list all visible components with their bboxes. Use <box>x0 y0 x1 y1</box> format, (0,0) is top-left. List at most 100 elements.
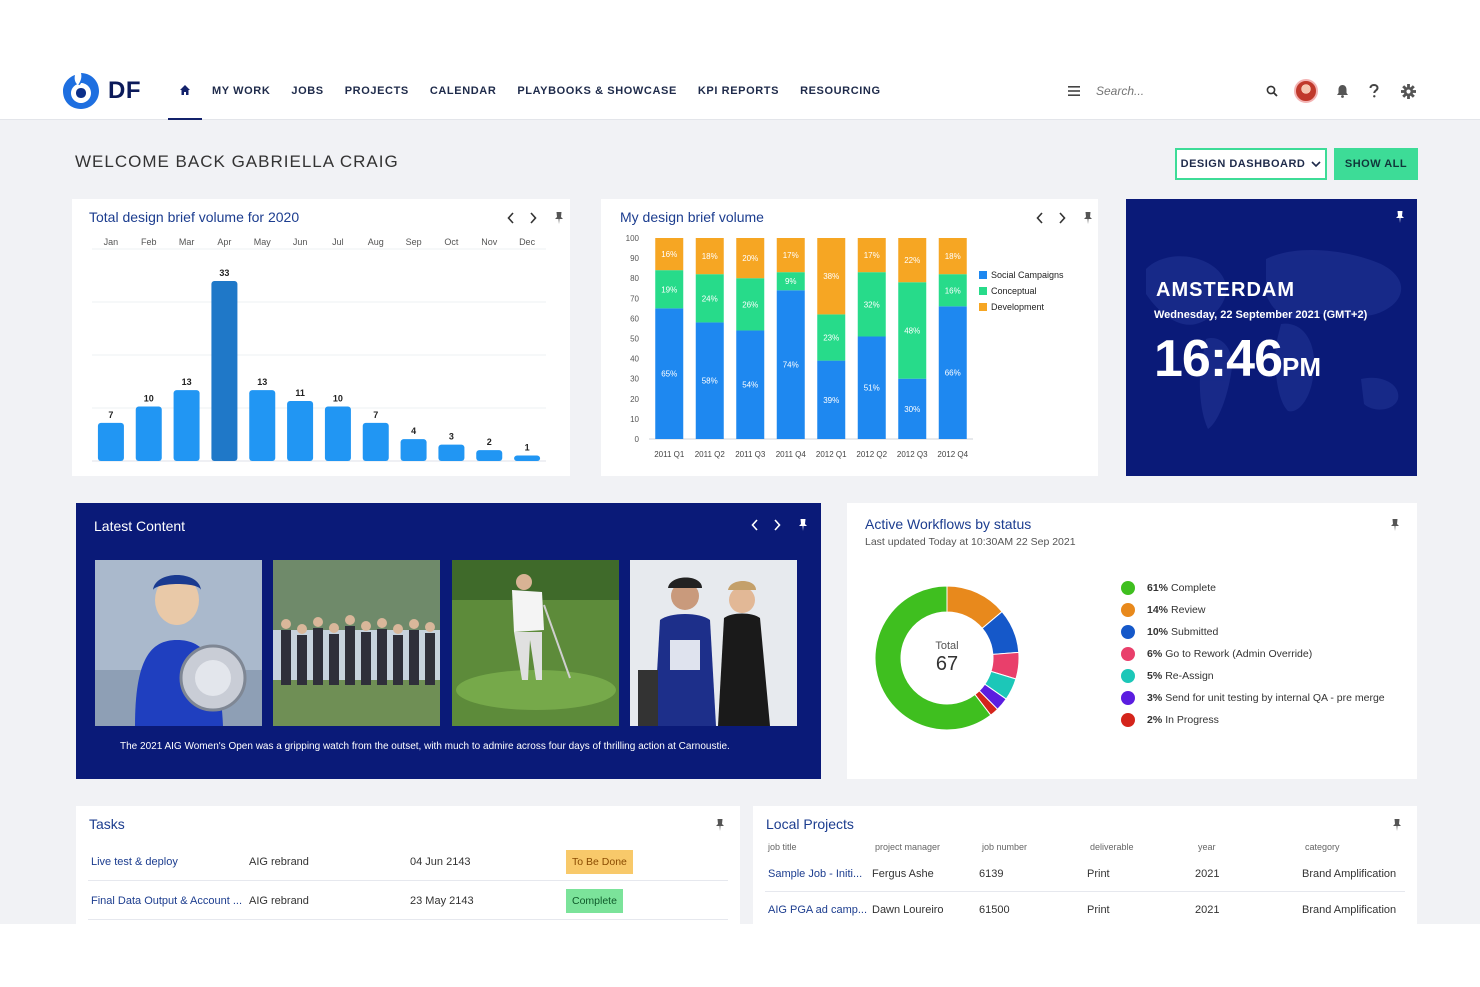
column-header-deliverable[interactable]: deliverable <box>1090 842 1134 852</box>
nav-home[interactable] <box>168 62 202 120</box>
menu-icon[interactable] <box>1068 86 1080 96</box>
job-title-cell[interactable]: Sample Job - Initi... <box>765 868 872 880</box>
x-tick-label: 2012 Q2 <box>856 450 887 459</box>
my-brief-volume-card: My design brief volume 0 10 20 30 40 50 60 70 80… <box>601 199 1098 476</box>
task-name[interactable]: Final Data Output & Account ... <box>88 895 249 907</box>
local-projects-title: Local Projects <box>766 816 854 832</box>
nav-resourcing[interactable]: RESOURCING <box>800 85 881 97</box>
nav-jobs[interactable]: JOBS <box>291 85 323 97</box>
content-thumbnail-4[interactable] <box>630 560 797 726</box>
pin-icon <box>799 519 807 531</box>
x-tick-label: 2011 Q2 <box>695 450 726 459</box>
legend-item[interactable]: 14% Review <box>1121 603 1205 617</box>
y-tick-label: 100 <box>626 234 640 243</box>
nav-projects[interactable]: PROJECTS <box>345 85 409 97</box>
avatar[interactable] <box>1294 79 1318 103</box>
data-label: 38% <box>823 272 839 281</box>
data-label: 33 <box>219 268 229 278</box>
category-cell: Brand Amplification <box>1302 867 1397 880</box>
pin-button[interactable] <box>797 518 809 532</box>
y-tick-label: 60 <box>630 314 639 323</box>
y-tick-label: 90 <box>630 254 639 263</box>
pin-button[interactable] <box>1394 210 1406 224</box>
donut-total-value: 67 <box>935 653 959 675</box>
y-tick-label: 0 <box>635 435 640 444</box>
legend-item[interactable]: 5% Re-Assign <box>1121 669 1214 683</box>
table-row[interactable]: AIG PGA ad camp... Dawn Loureiro 61500 P… <box>765 892 1405 924</box>
gear-icon[interactable] <box>1401 83 1416 99</box>
pin-button[interactable] <box>1389 518 1401 532</box>
legend-item[interactable]: 61% Complete <box>1121 581 1216 595</box>
column-header-year[interactable]: year <box>1198 842 1216 852</box>
data-label: 7 <box>108 410 113 420</box>
pin-button[interactable] <box>714 818 726 832</box>
task-project: AIG rebrand <box>249 855 309 868</box>
bar <box>249 390 276 461</box>
legend-dot <box>1121 713 1135 727</box>
chevron-down-icon <box>1311 160 1321 167</box>
content-thumbnail-2[interactable] <box>273 560 440 726</box>
bar <box>476 450 503 461</box>
logo[interactable]: DF <box>60 71 141 111</box>
legend-item[interactable]: 6% Go to Rework (Admin Override) <box>1121 647 1312 661</box>
task-name[interactable]: Live test & deploy <box>88 856 249 868</box>
search-icon[interactable] <box>1266 85 1278 97</box>
x-tick-label: 2011 Q3 <box>735 450 766 459</box>
column-header-job-number[interactable]: job number <box>982 842 1027 852</box>
data-label: 26% <box>742 300 758 309</box>
table-row[interactable]: Live test & deploy AIG rebrand 04 Jun 21… <box>88 843 728 881</box>
job-number-cell: 61500 <box>979 904 1010 916</box>
legend-item[interactable]: 2% In Progress <box>1121 713 1219 727</box>
data-label: 1 <box>525 443 530 453</box>
task-project: AIG rebrand <box>249 894 309 907</box>
data-label: 17% <box>783 251 799 260</box>
latest-content-caption: The 2021 AIG Women's Open was a gripping… <box>120 741 730 752</box>
data-label: 48% <box>904 326 920 335</box>
nav-my-work[interactable]: MY WORK <box>212 85 270 97</box>
bell-icon[interactable] <box>1336 84 1349 98</box>
clock-time-display: 16:46PM <box>1154 329 1321 389</box>
x-tick-label: 2012 Q4 <box>937 450 968 459</box>
logo-drop-icon <box>63 73 99 109</box>
data-label: 19% <box>661 285 677 294</box>
legend-label: In Progress <box>1165 714 1219 726</box>
x-tick-label: Sep <box>406 237 422 247</box>
data-label: 74% <box>783 361 799 370</box>
content-thumbnail-1[interactable] <box>95 560 262 726</box>
bar <box>400 439 427 461</box>
legend-label: Send for unit testing by internal QA - p… <box>1165 692 1385 704</box>
legend-item[interactable]: 3% Send for unit testing by internal QA -… <box>1121 691 1385 705</box>
workflows-title: Active Workflows by status <box>865 516 1032 532</box>
next-button[interactable] <box>771 518 783 532</box>
x-tick-label: Nov <box>481 237 498 247</box>
job-title-cell[interactable]: AIG PGA ad camp... <box>765 904 872 916</box>
table-row[interactable]: Final Data Output & Account ... AIG rebr… <box>88 882 728 920</box>
column-header-job-title[interactable]: job title <box>768 842 797 852</box>
pin-button[interactable] <box>1391 818 1403 832</box>
data-label: 10 <box>333 393 343 403</box>
legend-item[interactable]: 10% Submitted <box>1121 625 1218 639</box>
design-dashboard-dropdown[interactable]: DESIGN DASHBOARD <box>1175 148 1327 180</box>
show-all-button[interactable]: SHOW ALL <box>1334 148 1418 180</box>
data-label: 51% <box>864 384 880 393</box>
search-input[interactable] <box>1096 84 1236 98</box>
nav-playbooks-showcase[interactable]: PLAYBOOKS & SHOWCASE <box>517 85 677 97</box>
nav-calendar[interactable]: CALENDAR <box>430 85 497 97</box>
pin-icon <box>1396 211 1404 223</box>
x-tick-label: Aug <box>368 237 384 247</box>
prev-button[interactable] <box>749 518 761 532</box>
table-row[interactable]: Sample Job - Initi... Fergus Ashe 6139 P… <box>765 856 1405 892</box>
column-header-category[interactable]: category <box>1305 842 1340 852</box>
legend-dot <box>1121 669 1135 683</box>
bar <box>211 281 238 461</box>
nav-kpi-reports[interactable]: KPI REPORTS <box>698 85 779 97</box>
tasks-card: Tasks Live test & deploy AIG rebrand 04 … <box>76 806 740 924</box>
data-label: 58% <box>702 377 718 386</box>
data-label: 65% <box>661 370 677 379</box>
help-icon[interactable] <box>1369 84 1379 98</box>
content-thumbnail-3[interactable] <box>452 560 619 726</box>
x-tick-label: Jan <box>104 237 119 247</box>
column-header-project-manager[interactable]: project manager <box>875 842 940 852</box>
legend-swatch <box>979 271 987 279</box>
data-label: 10 <box>144 393 154 403</box>
